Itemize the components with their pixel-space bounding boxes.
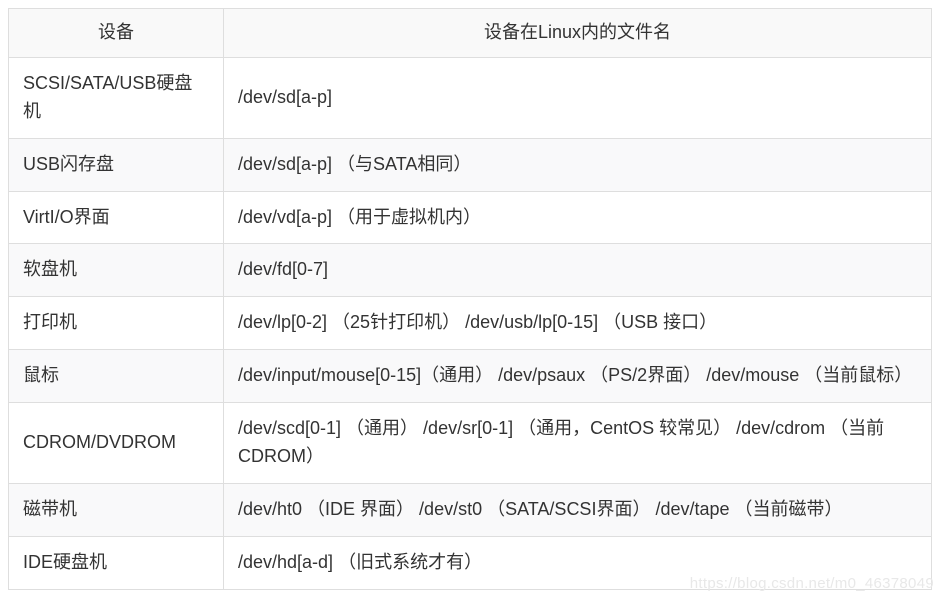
- device-table: 设备 设备在Linux内的文件名 SCSI/SATA/USB硬盘机 /dev/s…: [8, 8, 932, 590]
- cell-filename: /dev/lp[0-2] （25针打印机） /dev/usb/lp[0-15] …: [224, 297, 932, 350]
- cell-filename: /dev/fd[0-7]: [224, 244, 932, 297]
- table-row: 鼠标 /dev/input/mouse[0-15]（通用） /dev/psaux…: [9, 350, 932, 403]
- cell-filename: /dev/sd[a-p]: [224, 57, 932, 138]
- table-row: 软盘机 /dev/fd[0-7]: [9, 244, 932, 297]
- table-row: SCSI/SATA/USB硬盘机 /dev/sd[a-p]: [9, 57, 932, 138]
- cell-device: 软盘机: [9, 244, 224, 297]
- cell-device: 打印机: [9, 297, 224, 350]
- cell-device: VirtI/O界面: [9, 191, 224, 244]
- table-row: 磁带机 /dev/ht0 （IDE 界面） /dev/st0 （SATA/SCS…: [9, 483, 932, 536]
- cell-filename: /dev/scd[0-1] （通用） /dev/sr[0-1] （通用，Cent…: [224, 403, 932, 484]
- cell-device: SCSI/SATA/USB硬盘机: [9, 57, 224, 138]
- cell-device: 磁带机: [9, 483, 224, 536]
- table-header-row: 设备 设备在Linux内的文件名: [9, 9, 932, 58]
- cell-filename: /dev/input/mouse[0-15]（通用） /dev/psaux （P…: [224, 350, 932, 403]
- cell-device: 鼠标: [9, 350, 224, 403]
- cell-filename: /dev/sd[a-p] （与SATA相同）: [224, 138, 932, 191]
- cell-device: IDE硬盘机: [9, 536, 224, 589]
- table-row: IDE硬盘机 /dev/hd[a-d] （旧式系统才有）: [9, 536, 932, 589]
- table-row: 打印机 /dev/lp[0-2] （25针打印机） /dev/usb/lp[0-…: [9, 297, 932, 350]
- cell-filename: /dev/vd[a-p] （用于虚拟机内）: [224, 191, 932, 244]
- header-device: 设备: [9, 9, 224, 58]
- cell-device: CDROM/DVDROM: [9, 403, 224, 484]
- cell-device: USB闪存盘: [9, 138, 224, 191]
- cell-filename: /dev/hd[a-d] （旧式系统才有）: [224, 536, 932, 589]
- cell-filename: /dev/ht0 （IDE 界面） /dev/st0 （SATA/SCSI界面）…: [224, 483, 932, 536]
- table-row: USB闪存盘 /dev/sd[a-p] （与SATA相同）: [9, 138, 932, 191]
- header-filename: 设备在Linux内的文件名: [224, 9, 932, 58]
- table-row: CDROM/DVDROM /dev/scd[0-1] （通用） /dev/sr[…: [9, 403, 932, 484]
- table-row: VirtI/O界面 /dev/vd[a-p] （用于虚拟机内）: [9, 191, 932, 244]
